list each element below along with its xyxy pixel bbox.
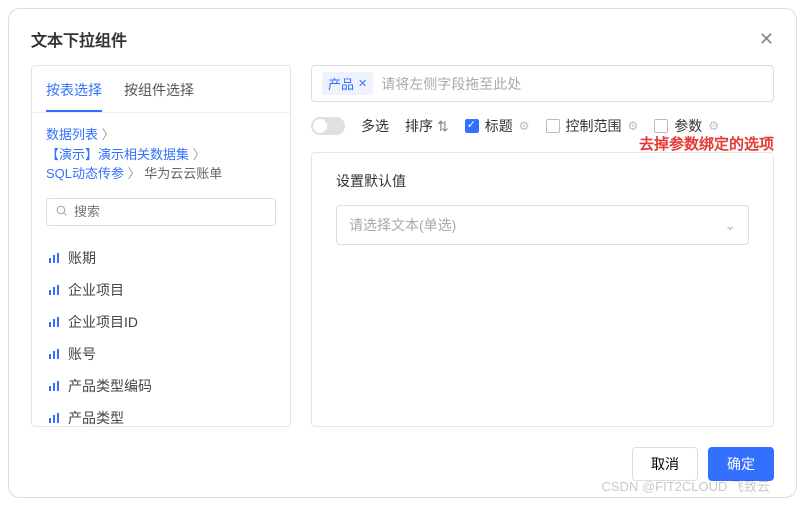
multi-toggle[interactable] xyxy=(311,117,345,135)
annotation-text: 去掉参数绑定的选项 xyxy=(639,133,774,154)
title-label: 标题 xyxy=(485,116,513,136)
modal-header: 文本下拉组件 ✕ xyxy=(9,9,796,65)
field-item[interactable]: 账期 xyxy=(46,242,276,274)
chevron-right-icon: 〉 xyxy=(128,166,141,181)
field-item[interactable]: 产品类型 xyxy=(46,402,276,427)
chevron-down-icon: ⌄ xyxy=(724,217,736,234)
default-value-section: 设置默认值 请选择文本(单选) ⌄ xyxy=(311,152,774,427)
field-label: 产品类型 xyxy=(68,408,124,427)
bar-chart-icon xyxy=(48,380,60,392)
chevron-right-icon: 〉 xyxy=(193,147,206,162)
title-checkbox-wrap[interactable]: 标题 ⚙ xyxy=(465,116,530,136)
bar-chart-icon xyxy=(48,316,60,328)
field-label: 企业项目 xyxy=(68,280,124,300)
field-label: 产品类型编码 xyxy=(68,376,152,396)
breadcrumb-current: 华为云云账单 xyxy=(144,166,222,181)
breadcrumb-link[interactable]: 【演示】演示相关数据集 xyxy=(46,147,189,162)
breadcrumb-link[interactable]: 数据列表 xyxy=(46,127,98,142)
modal-title: 文本下拉组件 xyxy=(31,27,127,51)
breadcrumb-link[interactable]: SQL动态传参 xyxy=(46,166,124,181)
confirm-button[interactable]: 确定 xyxy=(708,447,774,481)
search-input[interactable] xyxy=(74,204,267,219)
tab-by-table[interactable]: 按表选择 xyxy=(46,74,102,112)
modal-footer: 取消 确定 CSDN @FIT2CLOUD 飞致云 xyxy=(9,435,796,497)
field-label: 账号 xyxy=(68,344,96,364)
scope-checkbox[interactable] xyxy=(546,119,560,133)
field-item[interactable]: 企业项目 xyxy=(46,274,276,306)
tab-by-component[interactable]: 按组件选择 xyxy=(124,74,194,112)
field-label: 企业项目ID xyxy=(68,312,138,332)
field-label: 账期 xyxy=(68,248,96,268)
default-value-title: 设置默认值 xyxy=(336,171,749,191)
field-item[interactable]: 产品类型编码 xyxy=(46,370,276,402)
sort-label[interactable]: 排序 ⇅ xyxy=(405,116,449,136)
multi-label: 多选 xyxy=(361,116,389,136)
bar-chart-icon xyxy=(48,252,60,264)
cancel-button[interactable]: 取消 xyxy=(632,447,698,481)
modal: 文本下拉组件 ✕ 按表选择 按组件选择 数据列表 〉 【演示】演示相关数据集 〉… xyxy=(8,8,797,498)
search-input-wrapper[interactable] xyxy=(46,198,276,226)
param-checkbox[interactable] xyxy=(654,119,668,133)
sort-icon: ⇅ xyxy=(437,118,449,135)
bar-chart-icon xyxy=(48,284,60,296)
chevron-right-icon: 〉 xyxy=(102,127,115,142)
bar-chart-icon xyxy=(48,348,60,360)
right-panel: 产品 ✕ 请将左侧字段拖至此处 多选 排序 ⇅ 标题 ⚙ xyxy=(311,65,774,427)
gear-icon[interactable]: ⚙ xyxy=(708,119,719,133)
title-checkbox[interactable] xyxy=(465,119,479,133)
field-item[interactable]: 企业项目ID xyxy=(46,306,276,338)
field-drop-zone[interactable]: 产品 ✕ 请将左侧字段拖至此处 xyxy=(311,65,774,102)
field-tag[interactable]: 产品 ✕ xyxy=(322,72,373,95)
bar-chart-icon xyxy=(48,412,60,424)
breadcrumb: 数据列表 〉 【演示】演示相关数据集 〉 SQL动态传参 〉 华为云云账单 xyxy=(32,113,290,188)
default-value-select[interactable]: 请选择文本(单选) ⌄ xyxy=(336,205,749,245)
close-icon[interactable]: ✕ xyxy=(759,29,774,50)
left-panel: 按表选择 按组件选择 数据列表 〉 【演示】演示相关数据集 〉 SQL动态传参 … xyxy=(31,65,291,427)
modal-body: 按表选择 按组件选择 数据列表 〉 【演示】演示相关数据集 〉 SQL动态传参 … xyxy=(9,65,796,435)
field-item[interactable]: 账号 xyxy=(46,338,276,370)
gear-icon[interactable]: ⚙ xyxy=(628,119,639,133)
scope-label: 控制范围 xyxy=(566,116,622,136)
search-icon xyxy=(55,204,68,220)
scope-checkbox-wrap[interactable]: 控制范围 ⚙ xyxy=(546,116,639,136)
field-list: 账期 企业项目 企业项目ID 账号 产品类型编码 产品类型 产品编码 xyxy=(32,232,290,427)
tag-label: 产品 xyxy=(328,74,354,93)
tag-remove-icon[interactable]: ✕ xyxy=(358,77,367,90)
drop-placeholder: 请将左侧字段拖至此处 xyxy=(381,74,521,94)
tabs: 按表选择 按组件选择 xyxy=(32,66,290,113)
gear-icon[interactable]: ⚙ xyxy=(519,119,530,133)
select-placeholder: 请选择文本(单选) xyxy=(349,215,456,235)
